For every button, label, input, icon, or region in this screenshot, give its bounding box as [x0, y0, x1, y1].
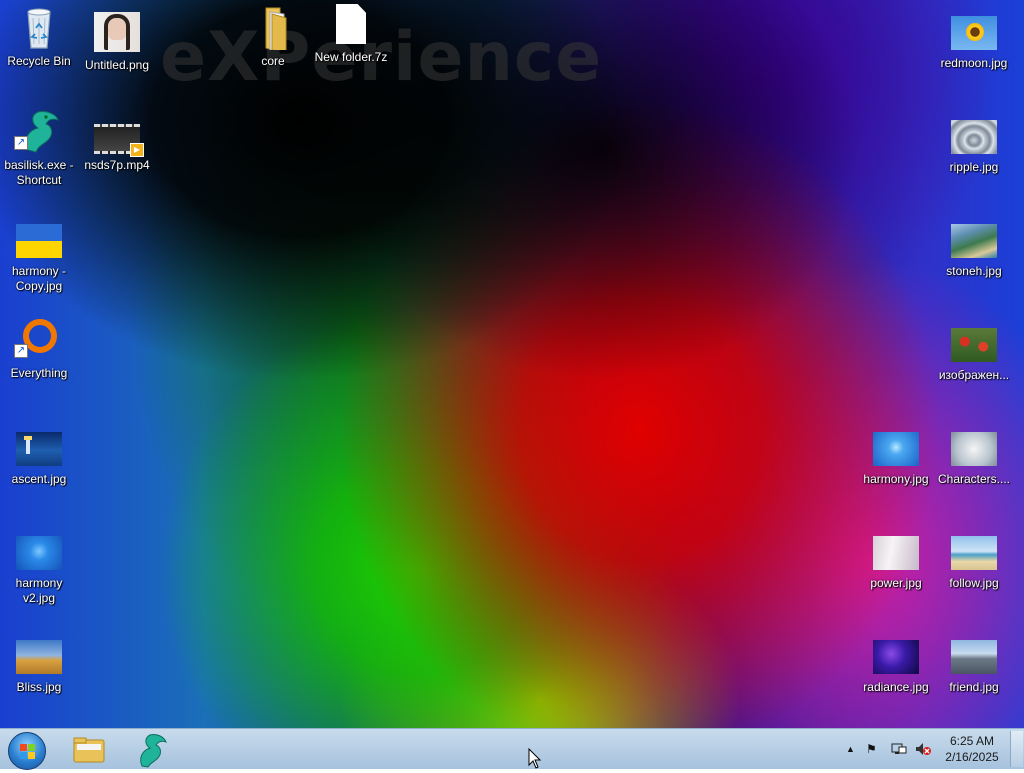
desktop-icon-stoneh[interactable]: stoneh.jpg [935, 216, 1013, 279]
characters-label: Characters.... [937, 472, 1011, 486]
untitled-png-label: Untitled.png [84, 58, 150, 72]
windows-logo-icon-part [28, 744, 35, 751]
desktop-icon-characters[interactable]: Characters.... [935, 424, 1013, 487]
folder-icon [250, 7, 296, 50]
image-thumbnail-icon [16, 640, 62, 674]
redmoon-label: redmoon.jpg [940, 56, 1008, 70]
image-thumbnail-icon [873, 432, 919, 466]
desktop-icon-harmony[interactable]: harmony.jpg [857, 424, 935, 487]
desktop-icon-core-folder[interactable]: core [234, 7, 312, 69]
desktop: eXPerience Recycle Bin ↗ basilisk.exe - … [0, 0, 1024, 728]
shortcut-arrow-icon: ↗ [14, 136, 28, 150]
ripple-label: ripple.jpg [949, 160, 999, 174]
image-thumbnail-icon [16, 536, 62, 570]
image-thumbnail-icon [94, 12, 140, 52]
desktop-icon-radiance[interactable]: radiance.jpg [857, 632, 935, 695]
image-thumbnail-icon [873, 536, 919, 570]
image-thumbnail-icon [951, 16, 997, 50]
harmony-copy-label: harmony - Copy.jpg [11, 264, 67, 293]
friend-label: friend.jpg [949, 680, 999, 694]
power-label: power.jpg [870, 576, 922, 590]
basilisk-icon: ↗ [14, 111, 62, 153]
harmony-label: harmony.jpg [863, 472, 929, 486]
desktop-icon-basilisk-shortcut[interactable]: ↗ basilisk.exe - Shortcut [0, 111, 78, 188]
desktop-icon-ascent[interactable]: ascent.jpg [0, 424, 78, 487]
desktop-icon-friend[interactable]: friend.jpg [935, 632, 1013, 695]
izobrazhen-label: изображен... [938, 368, 1010, 382]
image-thumbnail-icon [951, 640, 997, 674]
file-icon [328, 4, 374, 44]
everything-search-icon: ↗ [14, 319, 62, 358]
taskbar-file-explorer-button[interactable] [68, 732, 110, 768]
desktop-icon-everything[interactable]: ↗ Everything [0, 319, 78, 381]
desktop-icon-new-folder-7z[interactable]: New folder.7z [312, 4, 390, 65]
desktop-icon-nsds7p-mp4[interactable]: ▶ nsds7p.mp4 [78, 112, 156, 173]
desktop-icon-harmony-v2[interactable]: harmony v2.jpg [0, 528, 78, 606]
desktop-icon-harmony-copy[interactable]: harmony - Copy.jpg [0, 216, 78, 294]
windows-logo-icon [20, 744, 27, 751]
image-thumbnail-icon [951, 224, 997, 258]
image-thumbnail-icon [951, 120, 997, 154]
desktop-icon-bliss[interactable]: Bliss.jpg [0, 632, 78, 695]
file-explorer-icon [73, 737, 105, 763]
ascent-label: ascent.jpg [11, 472, 67, 486]
desktop-icon-izobrazhen[interactable]: изображен... [935, 320, 1013, 383]
desktop-icon-redmoon[interactable]: redmoon.jpg [935, 8, 1013, 71]
bliss-label: Bliss.jpg [16, 680, 62, 694]
mouse-cursor-icon [528, 748, 542, 769]
shortcut-arrow-icon: ↗ [14, 344, 28, 358]
desktop-icon-recycle-bin[interactable]: Recycle Bin [0, 8, 78, 69]
clock-time: 6:25 AM [949, 734, 995, 748]
show-desktop-button[interactable] [1010, 731, 1023, 767]
windows-logo-icon-part [28, 752, 35, 759]
image-thumbnail-icon [951, 432, 997, 466]
network-icon[interactable] [891, 742, 907, 759]
taskbar: ▲ ⚑ 6:25 AM 2/16/2025 [0, 728, 1024, 770]
image-thumbnail-icon [873, 640, 919, 674]
system-clock[interactable]: 6:25 AM 2/16/2025 [940, 733, 1004, 765]
desktop-icon-ripple[interactable]: ripple.jpg [935, 112, 1013, 175]
basilisk-icon [140, 734, 167, 768]
desktop-icon-follow[interactable]: follow.jpg [935, 528, 1013, 591]
everything-label: Everything [10, 366, 68, 380]
windows-logo-icon-part [20, 752, 27, 759]
new-folder-7z-label: New folder.7z [314, 50, 388, 64]
volume-muted-icon[interactable] [915, 742, 931, 759]
video-thumbnail-icon: ▶ [94, 124, 144, 157]
stoneh-label: stoneh.jpg [946, 264, 1002, 278]
clock-date: 2/16/2025 [945, 750, 999, 764]
image-thumbnail-icon [951, 536, 997, 570]
desktop-icon-power[interactable]: power.jpg [857, 528, 935, 591]
recycle-bin-label: Recycle Bin [7, 54, 71, 68]
radiance-label: radiance.jpg [863, 680, 929, 694]
recycle-bin-icon [16, 8, 62, 49]
nsds7p-mp4-label: nsds7p.mp4 [84, 158, 150, 172]
image-thumbnail-icon [951, 328, 997, 362]
basilisk-shortcut-label: basilisk.exe - Shortcut [4, 158, 74, 187]
image-thumbnail-icon [16, 432, 62, 466]
show-hidden-icons-button[interactable]: ▲ [846, 744, 855, 754]
image-thumbnail-icon [16, 224, 62, 258]
taskbar-basilisk-button[interactable] [130, 732, 172, 768]
action-center-flag-icon[interactable]: ⚑ [866, 742, 877, 756]
harmony-v2-label: harmony v2.jpg [15, 576, 63, 605]
start-button[interactable] [8, 732, 46, 770]
core-folder-label: core [261, 54, 285, 68]
follow-label: follow.jpg [949, 576, 999, 590]
desktop-icon-untitled-png[interactable]: Untitled.png [78, 8, 156, 73]
